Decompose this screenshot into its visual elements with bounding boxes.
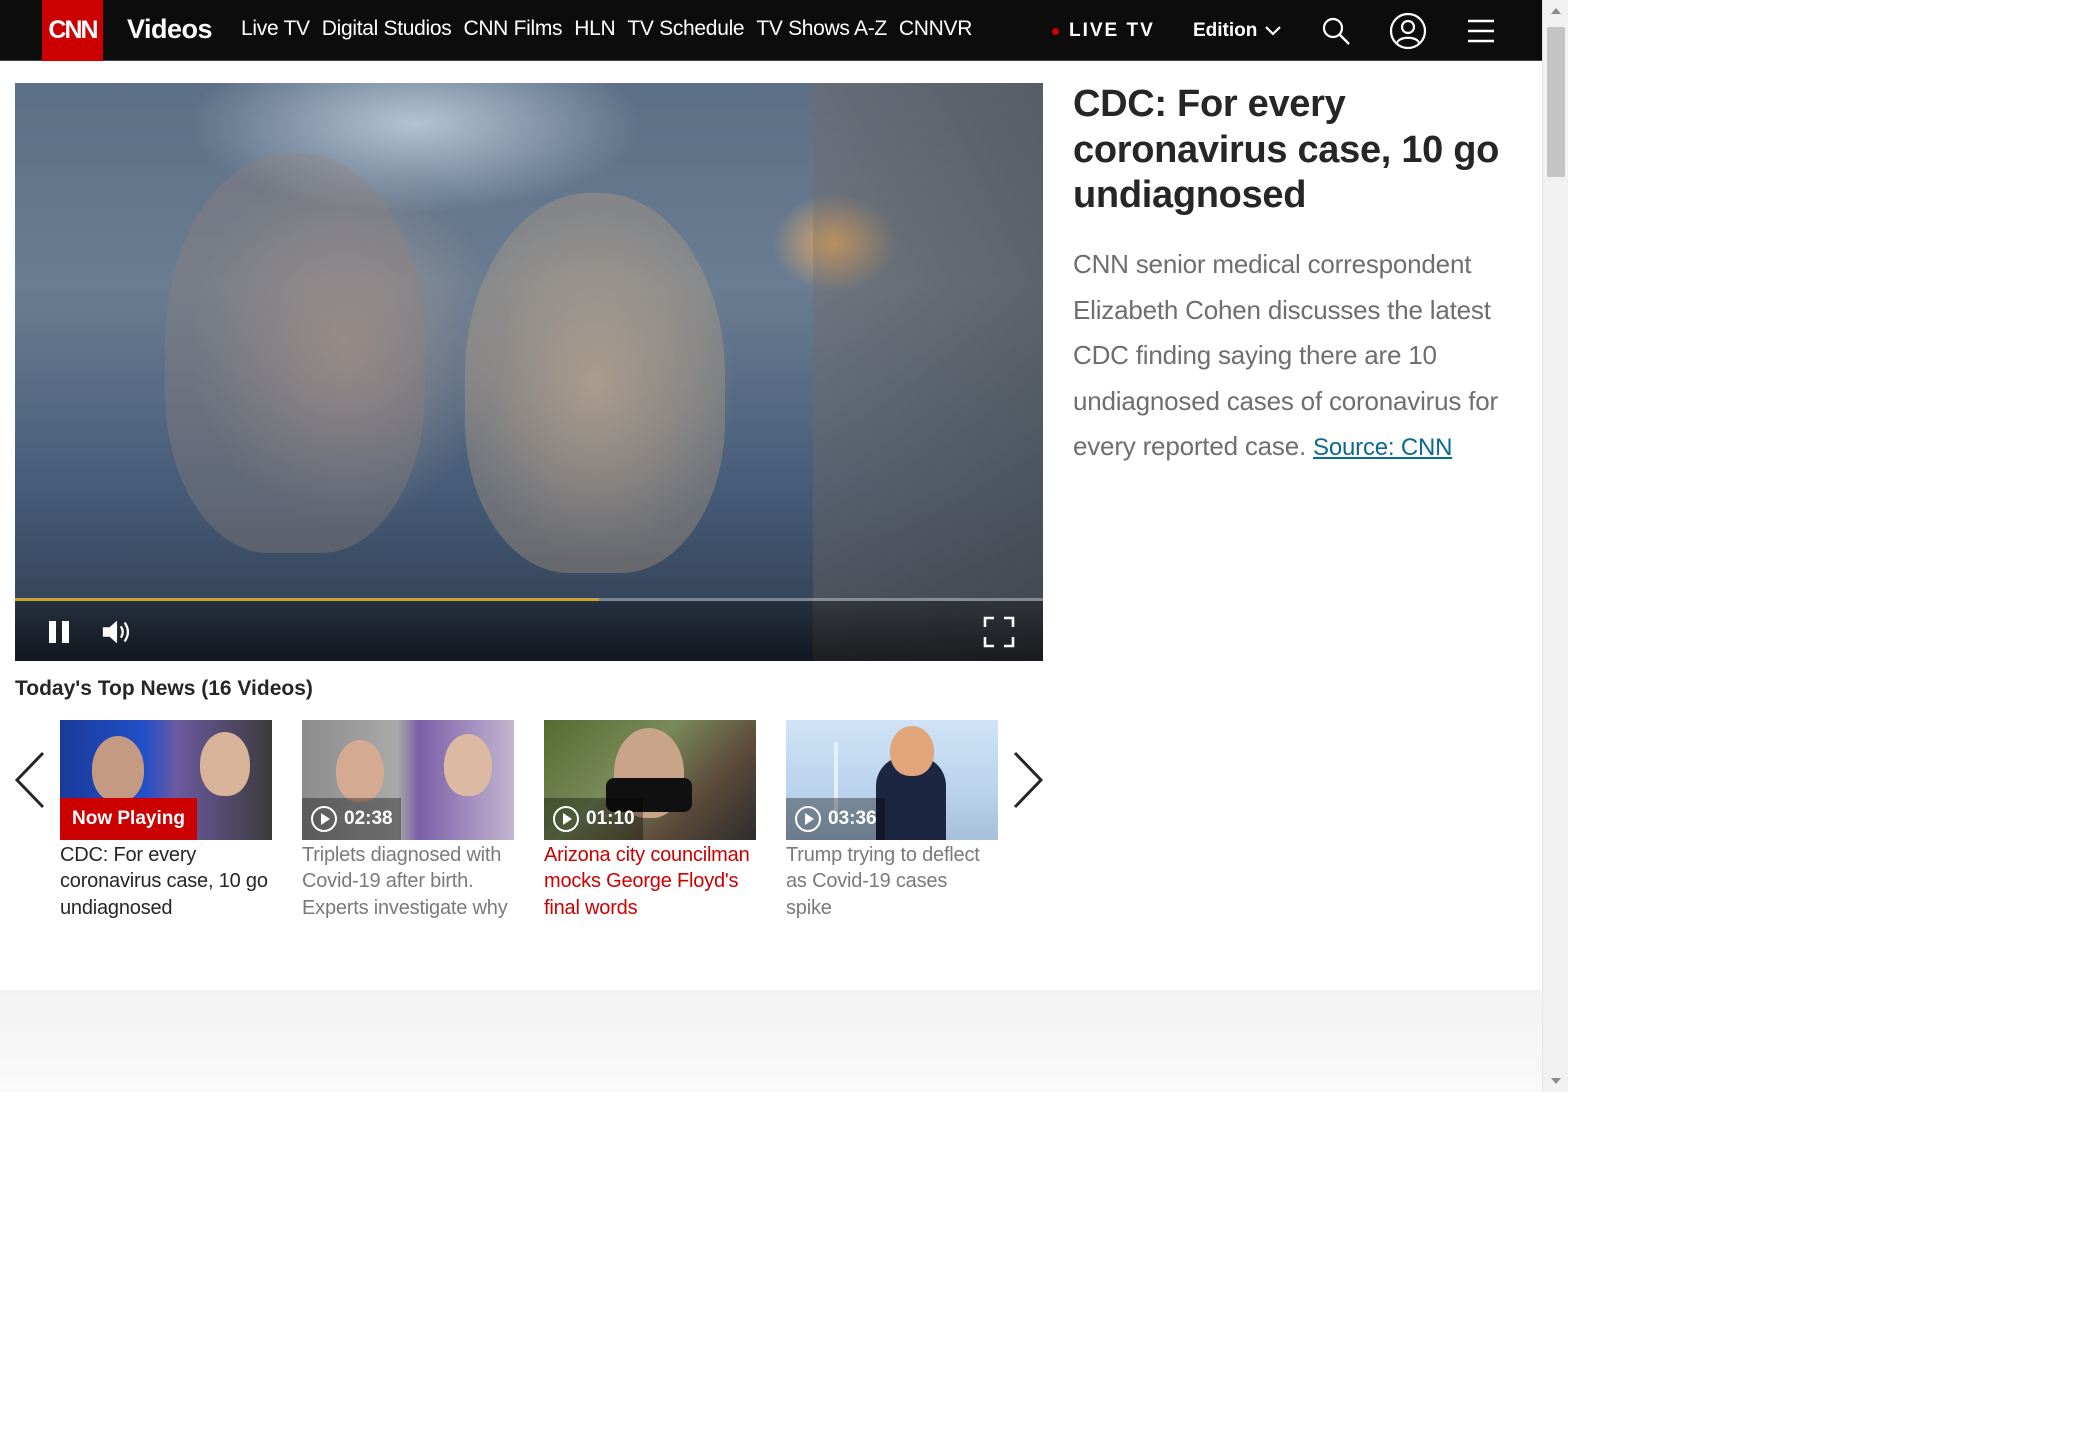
play-icon xyxy=(311,806,337,832)
carousel-item-title[interactable]: Triplets diagnosed with Covid-19 after b… xyxy=(302,842,514,921)
nav-cnnvr[interactable]: CNNVR xyxy=(899,17,972,41)
video-person-right xyxy=(465,193,725,573)
page-scrollbar[interactable] xyxy=(1542,0,1568,1092)
carousel-item-title[interactable]: Trump trying to deflect as Covid-19 case… xyxy=(786,842,998,921)
menu-icon[interactable] xyxy=(1462,12,1500,50)
video-description: CNN senior medical correspondent Elizabe… xyxy=(1073,242,1533,471)
live-tv-button[interactable]: LIVE TV xyxy=(1052,20,1155,42)
fullscreen-icon[interactable] xyxy=(982,615,1016,649)
nav-live-tv[interactable]: Live TV xyxy=(241,17,310,41)
footer-band xyxy=(0,990,1542,1092)
nav-hln[interactable]: HLN xyxy=(574,17,615,41)
duration-badge: 01:10 xyxy=(544,798,643,840)
badge-label: Now Playing xyxy=(72,808,185,829)
carousel-prev-button[interactable] xyxy=(13,748,47,812)
carousel-item[interactable]: 02:38 Triplets diagnosed with Covid-19 a… xyxy=(302,720,514,921)
video-thumbnail[interactable]: 02:38 xyxy=(302,720,514,840)
edition-label: Edition xyxy=(1193,20,1258,41)
carousel-item-title[interactable]: CDC: For every coronavirus case, 10 go u… xyxy=(60,842,272,921)
live-tv-label: LIVE TV xyxy=(1069,20,1155,41)
source-link[interactable]: Source: CNN xyxy=(1313,434,1452,461)
duration-badge: 03:36 xyxy=(786,798,885,840)
duration-label: 01:10 xyxy=(586,808,635,829)
duration-badge: 02:38 xyxy=(302,798,401,840)
video-frame-detail xyxy=(813,83,1043,661)
chevron-left-icon xyxy=(14,751,45,809)
carousel-item[interactable]: Now Playing CDC: For every coronavirus c… xyxy=(60,720,272,921)
nav-digital-studios[interactable]: Digital Studios xyxy=(322,17,452,41)
account-icon[interactable] xyxy=(1389,12,1427,50)
video-thumbnail[interactable]: 01:10 xyxy=(544,720,756,840)
top-navigation: CNN Videos Live TV Digital Studios CNN F… xyxy=(0,0,1542,61)
carousel-next-button[interactable] xyxy=(1011,748,1045,812)
main-nav: Live TV Digital Studios CNN Films HLN TV… xyxy=(241,17,972,41)
now-playing-badge: Now Playing xyxy=(60,798,197,840)
chevron-down-icon xyxy=(1265,26,1282,36)
chevron-right-icon xyxy=(1013,751,1044,809)
video-person-left xyxy=(165,153,425,553)
videos-section-title[interactable]: Videos xyxy=(127,14,213,45)
nav-tv-shows-a-z[interactable]: TV Shows A-Z xyxy=(756,17,887,41)
player-controls xyxy=(15,601,1043,661)
thumbnail-face xyxy=(200,732,250,796)
carousel-item[interactable]: 03:36 Trump trying to deflect as Covid-1… xyxy=(786,720,998,921)
carousel-title: Today's Top News (16 Videos) xyxy=(15,677,313,700)
play-icon xyxy=(553,806,579,832)
search-icon[interactable] xyxy=(1317,12,1355,50)
volume-icon[interactable] xyxy=(101,615,135,649)
duration-label: 02:38 xyxy=(344,808,393,829)
video-headline: CDC: For every coronavirus case, 10 go u… xyxy=(1073,83,1500,216)
video-thumbnail[interactable]: 03:36 xyxy=(786,720,998,840)
scroll-down-arrow-icon[interactable] xyxy=(1551,1078,1561,1084)
thumbnail-face xyxy=(92,736,144,802)
play-icon xyxy=(795,806,821,832)
thumbnail-face xyxy=(890,726,934,776)
nav-tv-schedule[interactable]: TV Schedule xyxy=(627,17,744,41)
scroll-up-arrow-icon[interactable] xyxy=(1551,8,1561,14)
edition-dropdown[interactable]: Edition xyxy=(1193,20,1282,42)
pause-icon[interactable] xyxy=(42,615,76,649)
live-dot-icon xyxy=(1052,27,1059,35)
cnn-logo[interactable]: CNN xyxy=(42,0,103,61)
scroll-thumb[interactable] xyxy=(1547,27,1565,177)
nav-cnn-films[interactable]: CNN Films xyxy=(463,17,562,41)
video-player[interactable] xyxy=(15,83,1043,661)
carousel-item[interactable]: 01:10 Arizona city councilman mocks Geor… xyxy=(544,720,756,921)
thumbnail-face xyxy=(336,740,384,802)
description-text: CNN senior medical correspondent Elizabe… xyxy=(1073,249,1498,461)
thumbnail-face xyxy=(444,734,492,796)
duration-label: 03:36 xyxy=(828,808,877,829)
carousel-item-title[interactable]: Arizona city councilman mocks George Flo… xyxy=(544,842,756,921)
video-thumbnail[interactable]: Now Playing xyxy=(60,720,272,840)
